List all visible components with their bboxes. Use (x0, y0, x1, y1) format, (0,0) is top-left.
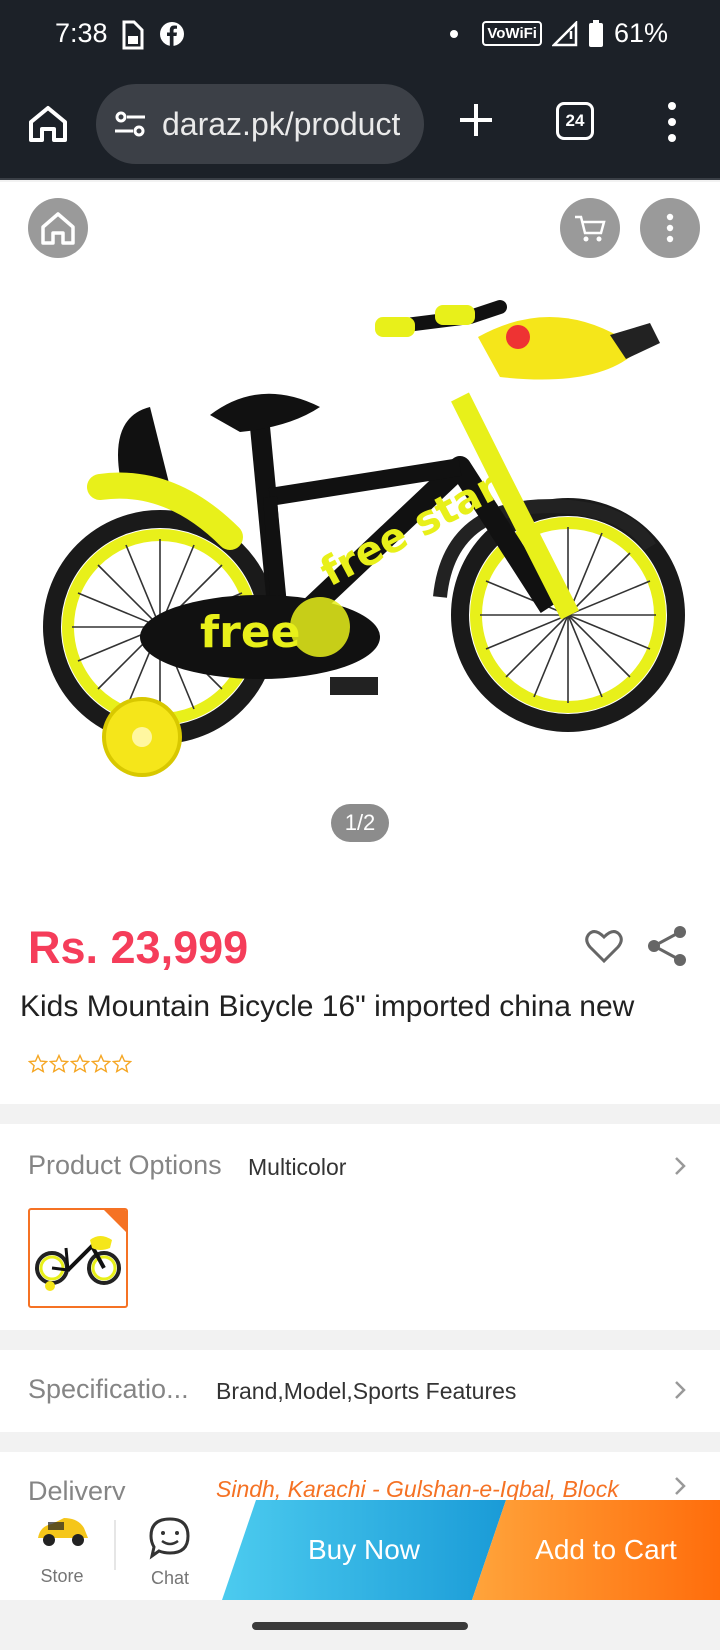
product-options-label: Product Options (28, 1150, 222, 1180)
store-thumbnail-icon (38, 1518, 88, 1546)
chevron-right-icon[interactable] (672, 1378, 688, 1402)
browser-toolbar: daraz.pk/product 24 (0, 72, 720, 180)
store-label: Store (40, 1566, 84, 1586)
status-right-icons: VoWiFi 61% (450, 18, 668, 49)
buy-now-button[interactable]: Buy Now (222, 1500, 506, 1600)
status-left-icons (118, 20, 186, 50)
selected-corner-indicator (104, 1210, 126, 1232)
product-image: free star free (43, 300, 685, 777)
new-tab-icon[interactable] (456, 100, 496, 140)
product-options-section[interactable]: Product Options Multicolor (0, 1124, 720, 1330)
gallery-home-button[interactable] (28, 198, 88, 258)
wishlist-heart-icon[interactable] (584, 926, 624, 966)
home-icon[interactable] (26, 102, 70, 146)
chat-label: Chat (150, 1568, 190, 1588)
more-icon (666, 213, 674, 243)
vowifi-icon: VoWiFi (482, 21, 542, 46)
svg-text:free: free (200, 607, 301, 658)
star-outline-icon (112, 1054, 132, 1074)
status-bar: 7:38 VoWiFi 61% (0, 0, 720, 72)
chat-icon (149, 1517, 190, 1560)
cart-icon (575, 215, 606, 242)
gallery-cart-button[interactable] (560, 198, 620, 258)
product-summary: Rs. 23,999 Kids Mountain Bicycle 16" imp… (0, 882, 720, 1104)
home-icon (41, 212, 75, 245)
product-gallery[interactable]: free star free 1/2 (0, 182, 720, 882)
star-outline-icon (70, 1054, 90, 1074)
menu-icon[interactable] (662, 100, 682, 144)
delivery-location: Sindh, Karachi - Gulshan-e-Iqbal, Block (216, 1476, 619, 1502)
specifications-value: Brand,Model,Sports Features (216, 1378, 517, 1404)
image-counter: 1/2 (331, 804, 389, 842)
share-icon[interactable] (646, 924, 690, 968)
tabs-icon[interactable]: 24 (556, 102, 594, 140)
chevron-right-icon[interactable] (672, 1154, 688, 1178)
gesture-handle[interactable] (252, 1622, 468, 1630)
rating-stars (28, 1054, 132, 1074)
chat-button[interactable]: Chat (140, 1516, 200, 1600)
specifications-label: Specificatio... (28, 1374, 189, 1404)
battery-icon (588, 19, 603, 47)
star-outline-icon (28, 1054, 48, 1074)
add-to-cart-button[interactable]: Add to Cart (472, 1500, 720, 1600)
url-text: daraz.pk/product (162, 105, 401, 142)
gallery-more-button[interactable] (640, 198, 700, 258)
star-outline-icon (49, 1054, 69, 1074)
address-bar[interactable]: daraz.pk/product (96, 84, 424, 164)
store-button[interactable]: Store (32, 1512, 92, 1592)
system-nav-bar (0, 1600, 720, 1650)
notification-dot-icon (450, 29, 459, 38)
site-settings-icon[interactable] (112, 106, 148, 142)
facebook-icon (160, 22, 184, 46)
battery-percent: 61% (613, 18, 668, 48)
product-price: Rs. 23,999 (28, 922, 249, 973)
action-divider (114, 1520, 116, 1570)
product-options-value: Multicolor (248, 1154, 347, 1180)
specifications-row[interactable]: Specificatio... Brand,Model,Sports Featu… (0, 1350, 720, 1432)
sim-icon (122, 20, 144, 50)
bottom-action-bar: Store Chat Buy Now Add to Cart (0, 1500, 720, 1600)
product-title: Kids Mountain Bicycle 16" imported china… (20, 990, 635, 1023)
chevron-right-icon[interactable] (672, 1474, 688, 1498)
star-outline-icon (91, 1054, 111, 1074)
status-time: 7:38 (55, 18, 108, 48)
option-thumbnail[interactable] (28, 1208, 128, 1308)
signal-icon (551, 20, 578, 46)
